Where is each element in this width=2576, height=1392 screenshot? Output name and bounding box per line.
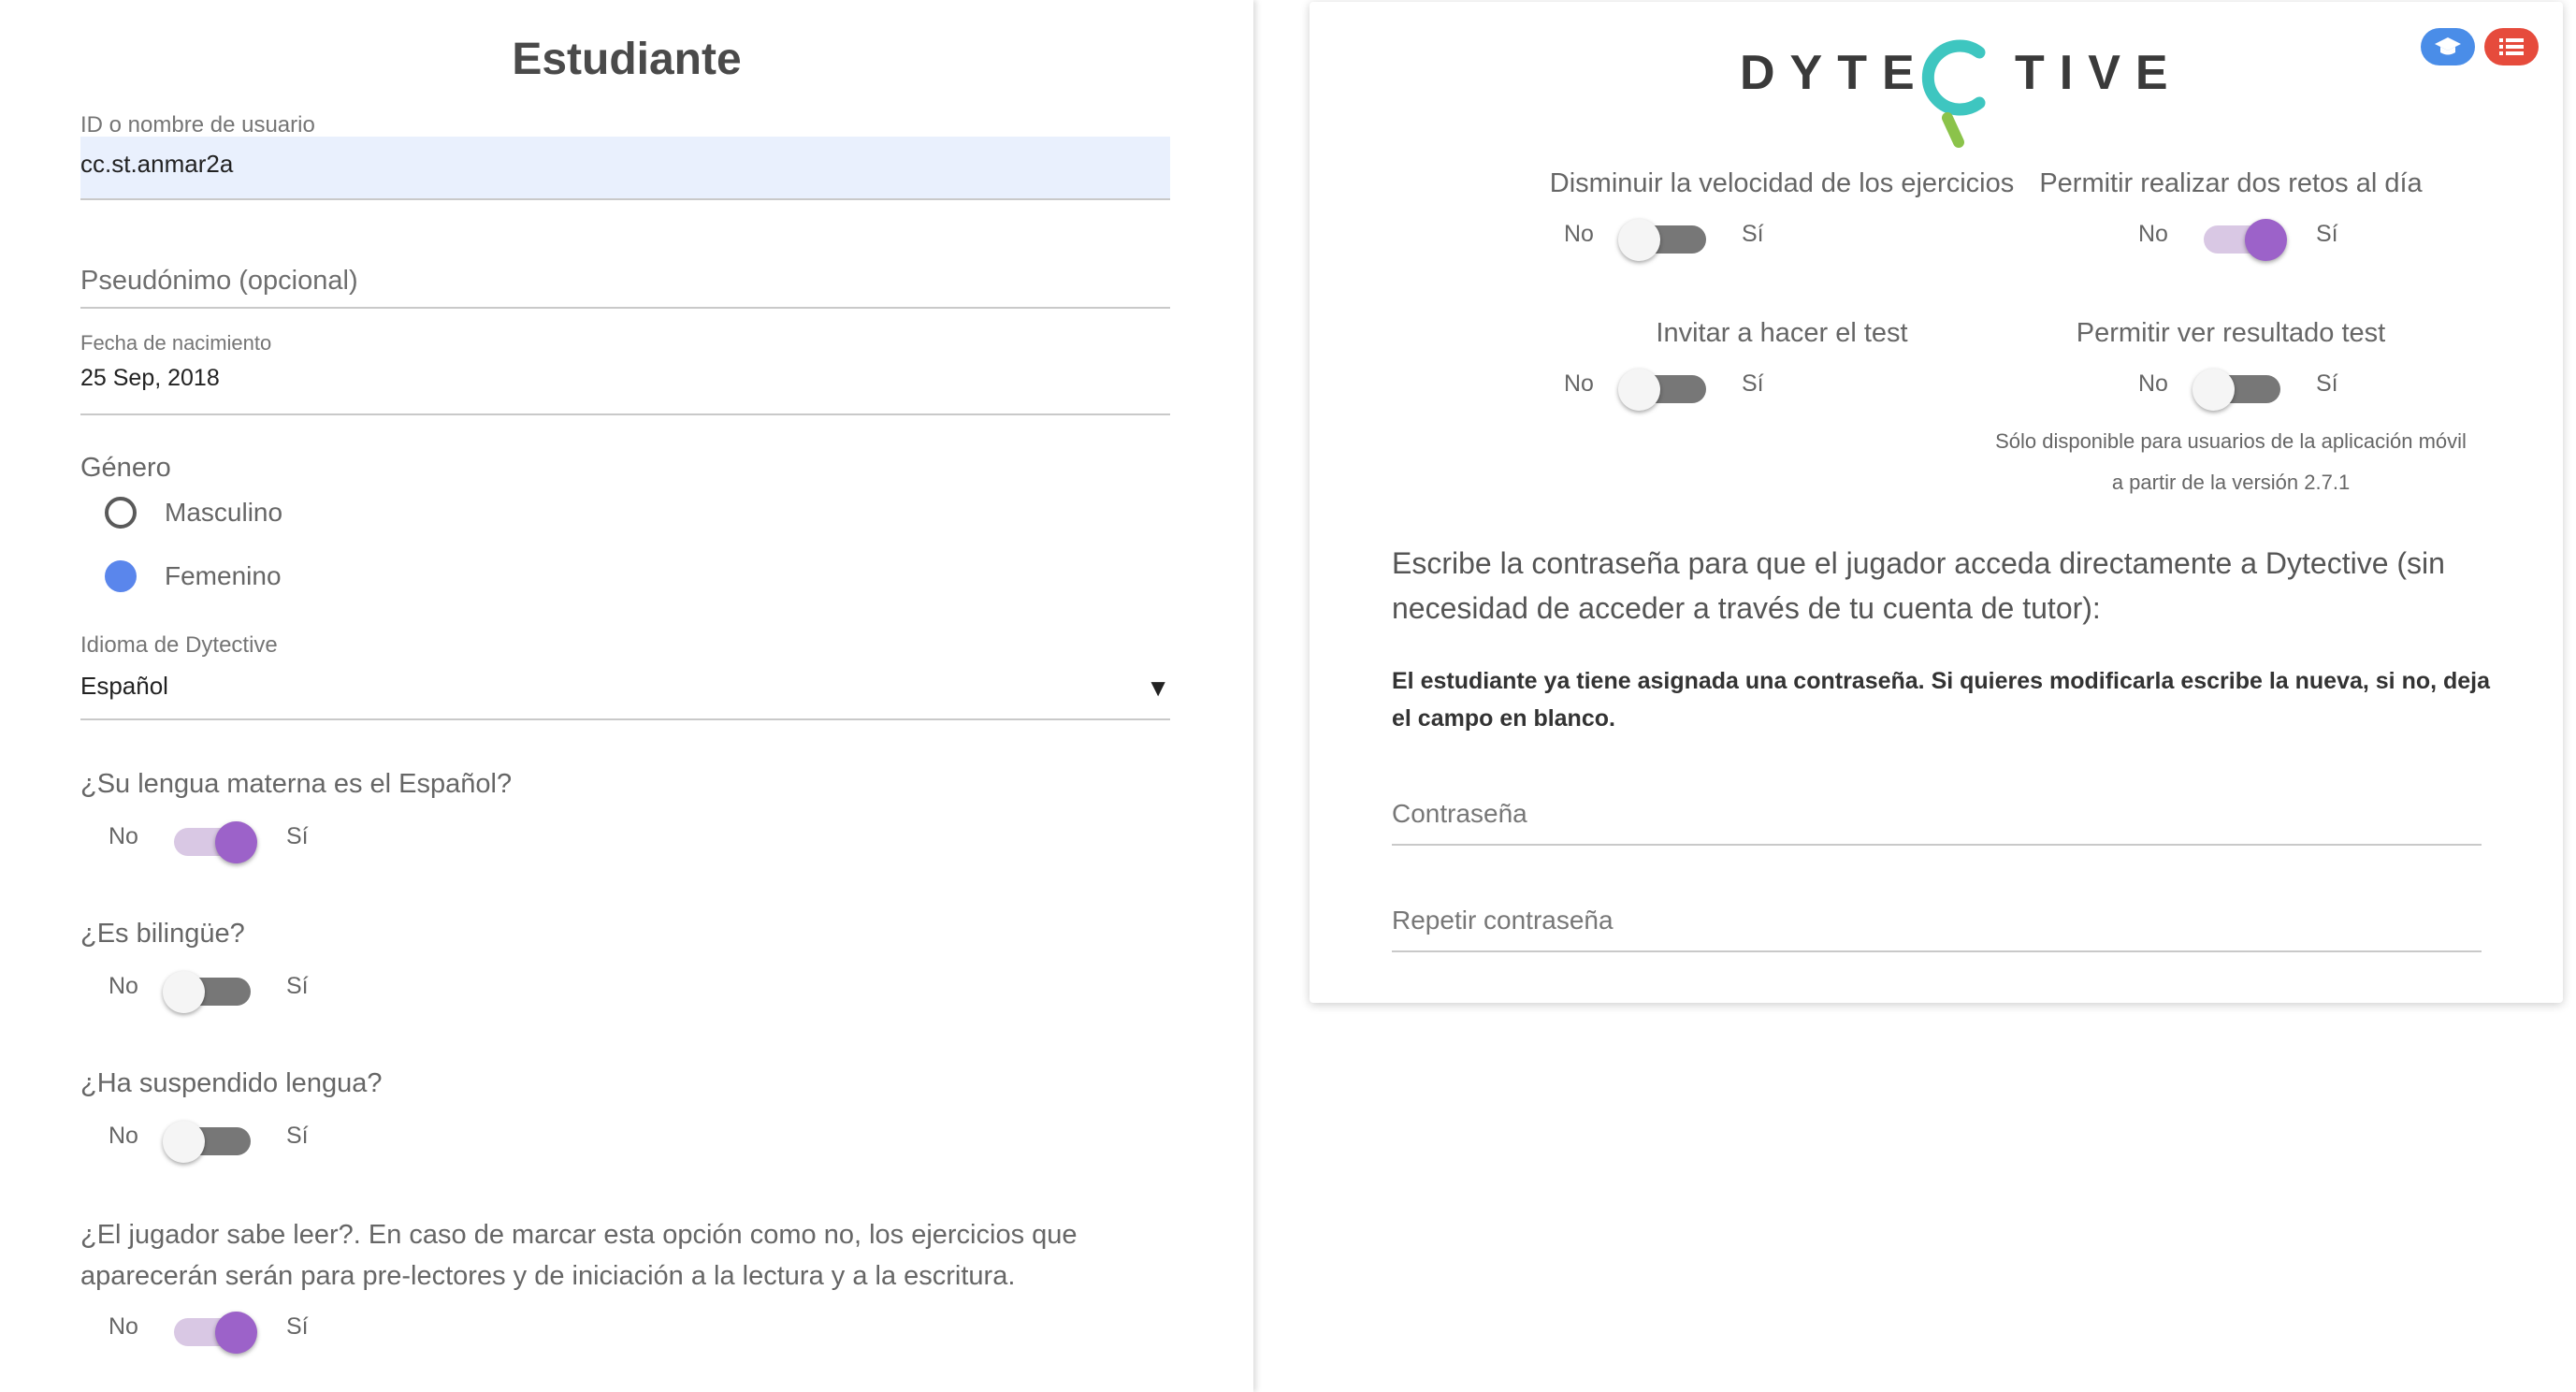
- username-underline: [80, 198, 1170, 200]
- option-see-test-result: Permitir ver resultado test: [2076, 318, 2386, 348]
- page-title: Estudiante: [512, 35, 742, 84]
- language-select[interactable]: Idioma de Dytective Español ▼: [80, 632, 1170, 720]
- birthdate-field[interactable]: Fecha de nacimiento 25 Sep, 2018: [80, 331, 1170, 415]
- repeat-password-field[interactable]: Repetir contraseña: [1392, 896, 2482, 952]
- toggle-yes-label: Sí: [286, 1313, 309, 1340]
- toggle-thumb[interactable]: [215, 1312, 257, 1354]
- dytective-logo: DYTE TIVE: [1740, 28, 2170, 159]
- pseudonym-placeholder: Pseudónimo (opcional): [80, 266, 358, 296]
- toggle-no-label: No: [109, 823, 138, 849]
- repeat-password-placeholder: Repetir contraseña: [1392, 906, 1614, 935]
- toggle-yes-label: Sí: [2316, 370, 2338, 397]
- pseudonym-field[interactable]: Pseudónimo (opcional): [80, 266, 1170, 309]
- username-field-background: [80, 137, 1170, 198]
- birthdate-underline: [80, 413, 1170, 415]
- toggle-no-label: No: [1564, 370, 1594, 397]
- toggle-thumb[interactable]: [2192, 369, 2235, 411]
- gender-label: Género: [80, 453, 171, 483]
- toggle-thumb[interactable]: [2245, 219, 2287, 261]
- toggle-invite-test[interactable]: No Sí: [1564, 361, 1788, 411]
- toggle-no-label: No: [109, 973, 138, 999]
- list-button[interactable]: [2484, 28, 2539, 65]
- dropdown-arrow-icon[interactable]: ▼: [1146, 674, 1170, 703]
- toggle-failed-language[interactable]: No Sí: [109, 1113, 333, 1163]
- settings-card: DYTE TIVE Disminuir la velocidad de los …: [1310, 2, 2563, 1003]
- birthdate-label: Fecha de nacimiento: [80, 331, 272, 355]
- username-label: ID o nombre de usuario: [80, 112, 315, 138]
- username-field[interactable]: ID o nombre de usuario cc.st.anmar2a: [80, 112, 1170, 200]
- repeat-password-underline: [1392, 950, 2482, 952]
- language-underline: [80, 718, 1170, 720]
- toggle-see-test-result[interactable]: No Sí: [2138, 361, 2363, 411]
- question-failed-language: ¿Ha suspendido lengua?: [80, 1068, 383, 1098]
- logo-text-left: DYTE: [1740, 46, 1930, 100]
- toggle-thumb[interactable]: [163, 1121, 205, 1163]
- toggle-thumb[interactable]: [1618, 369, 1660, 411]
- test-availability-note-line2: a partir de la versión 2.7.1: [2111, 471, 2351, 494]
- toggle-yes-label: Sí: [2316, 221, 2338, 247]
- test-availability-note-line1: Sólo disponible para usuarios de la apli…: [1995, 429, 2467, 453]
- student-mode-button[interactable]: [2421, 28, 2475, 65]
- toggle-thumb[interactable]: [163, 971, 205, 1013]
- toggle-yes-label: Sí: [1742, 221, 1764, 247]
- option-two-challenges: Permitir realizar dos retos al día: [2039, 168, 2423, 198]
- password-underline: [1392, 844, 2482, 846]
- pseudonym-underline: [80, 307, 1170, 309]
- toggle-slow-exercises[interactable]: No Sí: [1564, 211, 1788, 261]
- toggle-yes-label: Sí: [286, 1123, 309, 1149]
- page: Estudiante ID o nombre de usuario cc.st.…: [0, 0, 2576, 1392]
- student-form-panel: Estudiante ID o nombre de usuario cc.st.…: [0, 0, 1253, 1392]
- toggle-no-label: No: [1564, 221, 1594, 247]
- toggle-no-label: No: [109, 1123, 138, 1149]
- logo-magnifier-icon: [1921, 39, 1986, 148]
- gender-option-femenino[interactable]: Femenino: [105, 558, 282, 595]
- password-placeholder: Contraseña: [1392, 799, 1527, 828]
- radio-button-checked[interactable]: [105, 560, 137, 592]
- logo-text-right: TIVE: [2015, 46, 2183, 100]
- toggle-no-label: No: [2138, 221, 2168, 247]
- toggle-bilingual[interactable]: No Sí: [109, 964, 333, 1013]
- toggle-thumb[interactable]: [215, 821, 257, 863]
- toggle-no-label: No: [109, 1313, 138, 1340]
- language-label: Idioma de Dytective: [80, 632, 278, 658]
- list-icon: [2499, 38, 2524, 55]
- gender-option-label: Femenino: [165, 561, 282, 590]
- question-bilingual: ¿Es bilingüe?: [80, 919, 245, 949]
- password-intro-text: Escribe la contraseña para que el jugado…: [1392, 546, 2445, 625]
- question-native-language: ¿Su lengua materna es el Español?: [80, 769, 513, 799]
- toggle-thumb[interactable]: [1618, 219, 1660, 261]
- toggle-two-challenges[interactable]: No Sí: [2138, 211, 2363, 261]
- birthdate-value[interactable]: 25 Sep, 2018: [80, 365, 220, 392]
- gender-option-label: Masculino: [165, 498, 283, 527]
- username-value[interactable]: cc.st.anmar2a: [80, 150, 233, 179]
- radio-button-unchecked[interactable]: [105, 497, 137, 529]
- language-value[interactable]: Español: [80, 672, 168, 701]
- gender-option-masculino[interactable]: Masculino: [105, 494, 282, 531]
- toggle-can-read[interactable]: No Sí: [109, 1304, 333, 1354]
- question-can-read: ¿El jugador sabe leer?. En caso de marca…: [80, 1220, 1078, 1291]
- toggle-yes-label: Sí: [286, 823, 309, 849]
- graduation-cap-icon: [2435, 37, 2461, 55]
- password-note-text: El estudiante ya tiene asignada una cont…: [1392, 668, 2491, 732]
- toggle-no-label: No: [2138, 370, 2168, 397]
- toggle-yes-label: Sí: [286, 973, 309, 999]
- password-field[interactable]: Contraseña: [1392, 790, 2482, 846]
- toggle-native-language[interactable]: No Sí: [109, 814, 333, 863]
- toggle-yes-label: Sí: [1742, 370, 1764, 397]
